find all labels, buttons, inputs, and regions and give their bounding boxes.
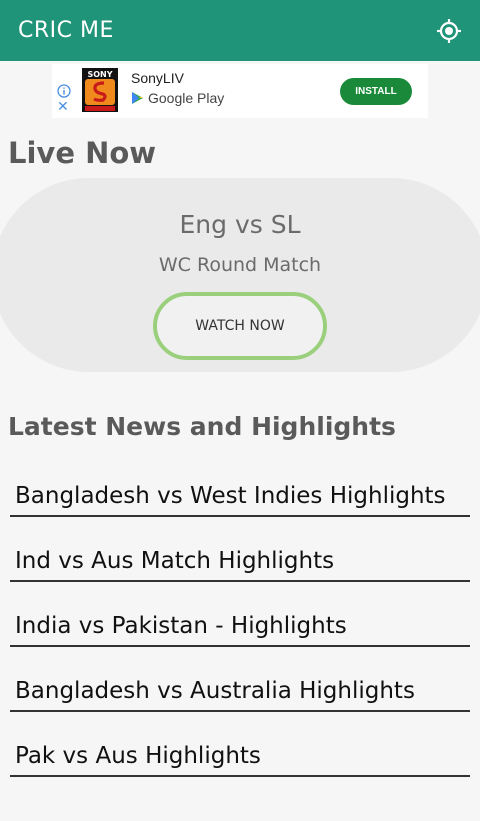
ad-app-name: SonyLIV [131, 70, 184, 86]
live-now-heading: Live Now [8, 136, 157, 170]
news-item-ind-aus[interactable]: Ind vs Aus Match Highlights [10, 517, 470, 582]
app-bar: CRIC ME [0, 0, 480, 61]
news-list: Bangladesh vs West Indies Highlights Ind… [10, 465, 470, 777]
match-subtitle: WC Round Match [158, 254, 322, 276]
match-title: Eng vs SL [179, 210, 301, 239]
watch-now-button[interactable]: WATCH NOW [153, 292, 327, 360]
ad-store-name: Google Play [148, 90, 225, 106]
news-item-bangladesh-west-indies[interactable]: Bangladesh vs West Indies Highlights [10, 465, 470, 517]
news-item-pak-aus[interactable]: Pak vs Aus Highlights [10, 712, 470, 777]
ad-banner[interactable]: ✕ SONY SonyLIV Google Play INSTALL [52, 64, 428, 118]
news-item-india-pakistan[interactable]: India vs Pakistan - Highlights [10, 582, 470, 647]
news-heading: Latest News and Highlights [8, 412, 396, 441]
ad-close-icon[interactable]: ✕ [57, 100, 69, 114]
gps-locate-icon[interactable] [434, 16, 464, 46]
ad-install-button[interactable]: INSTALL [340, 78, 412, 105]
google-play-icon [132, 92, 143, 104]
ad-store: Google Play [131, 90, 224, 106]
sonyliv-logo: SONY [82, 68, 118, 112]
logo-text: SONY [87, 70, 112, 79]
app-title: CRIC ME [18, 18, 114, 43]
news-item-bangladesh-australia[interactable]: Bangladesh vs Australia Highlights [10, 647, 470, 712]
